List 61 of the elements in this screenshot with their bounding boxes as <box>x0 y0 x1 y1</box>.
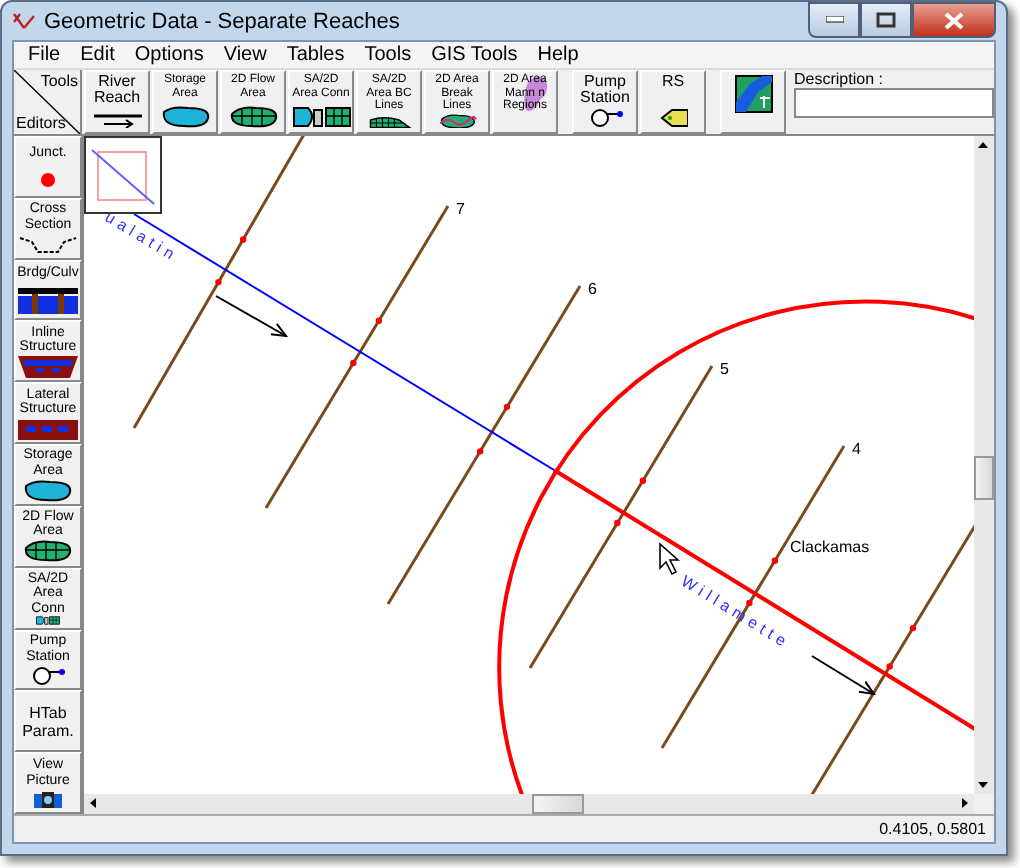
junction-label: Clackamas <box>790 538 870 556</box>
tool-button[interactable]: Pump Station <box>572 70 638 134</box>
tool-button[interactable]: RS <box>640 70 706 134</box>
maximize-icon <box>876 12 896 28</box>
cross-section-label: 7 <box>456 200 465 218</box>
window-title: Geometric Data - Separate Reaches <box>44 9 402 33</box>
cursor-icon <box>659 542 681 576</box>
horizontal-scrollbar[interactable] <box>84 794 974 814</box>
grid-area-icon <box>227 106 279 128</box>
camera-icon <box>34 792 62 808</box>
flow-arrow <box>811 655 875 695</box>
tool-button[interactable]: River Reach <box>84 70 150 134</box>
minimize-button[interactable] <box>808 2 860 38</box>
storage-area-icon <box>159 106 211 128</box>
minimize-icon <box>825 16 843 24</box>
tool-button[interactable] <box>720 70 786 134</box>
menu-item[interactable]: GIS Tools <box>421 44 528 66</box>
description-field[interactable] <box>794 88 994 118</box>
menu-item[interactable]: View <box>213 44 277 66</box>
overview-map[interactable] <box>84 136 162 214</box>
flow-arrow <box>215 295 287 337</box>
coordinates-readout: 0.4105, 0.5801 <box>879 820 986 838</box>
arrow-left-icon[interactable] <box>90 798 96 808</box>
storage-area-icon <box>22 479 74 502</box>
menu-item[interactable]: Options <box>124 44 214 66</box>
cross-section-label: 6 <box>588 280 597 298</box>
connection-icon <box>291 106 351 128</box>
arrow-up-icon[interactable] <box>978 142 988 148</box>
scroll-thumb[interactable] <box>974 456 994 500</box>
lateral-weir-icon <box>18 419 78 440</box>
menu-item[interactable]: Edit <box>70 44 125 66</box>
maximize-button[interactable] <box>860 2 912 38</box>
arrow-down-icon[interactable] <box>978 782 988 788</box>
dot-icon <box>40 171 56 188</box>
menu-item[interactable]: File <box>18 44 71 66</box>
cross-section-line[interactable] <box>264 205 450 509</box>
vertical-scrollbar[interactable] <box>974 136 994 794</box>
arrow-right-icon[interactable] <box>962 798 968 808</box>
map-icon <box>733 74 773 114</box>
pump-icon <box>585 108 625 128</box>
bridge-icon <box>18 287 78 314</box>
tag-icon <box>659 108 687 128</box>
close-button[interactable] <box>912 2 996 38</box>
app-icon <box>12 9 36 33</box>
menu-item[interactable]: Help <box>527 44 589 66</box>
editor-button[interactable]: HTab Param. <box>14 690 82 753</box>
weir-icon <box>18 355 78 378</box>
cross-section-icon <box>18 235 78 254</box>
menu-item[interactable]: Tables <box>276 44 355 66</box>
description-label: Description : <box>794 70 885 88</box>
cross-section-label: 4 <box>852 440 861 458</box>
river-reach[interactable] <box>552 468 974 734</box>
cross-section-label: 5 <box>720 360 729 378</box>
scroll-thumb[interactable] <box>532 794 584 814</box>
menu-item[interactable]: Tools <box>354 44 422 66</box>
grid-area-icon <box>22 540 74 563</box>
close-icon <box>944 11 964 29</box>
river-arrow-icon <box>91 112 143 128</box>
tools-editors-corner: Tools Editors <box>14 70 82 134</box>
cross-section-line[interactable] <box>386 285 582 605</box>
pump-icon <box>28 665 68 686</box>
